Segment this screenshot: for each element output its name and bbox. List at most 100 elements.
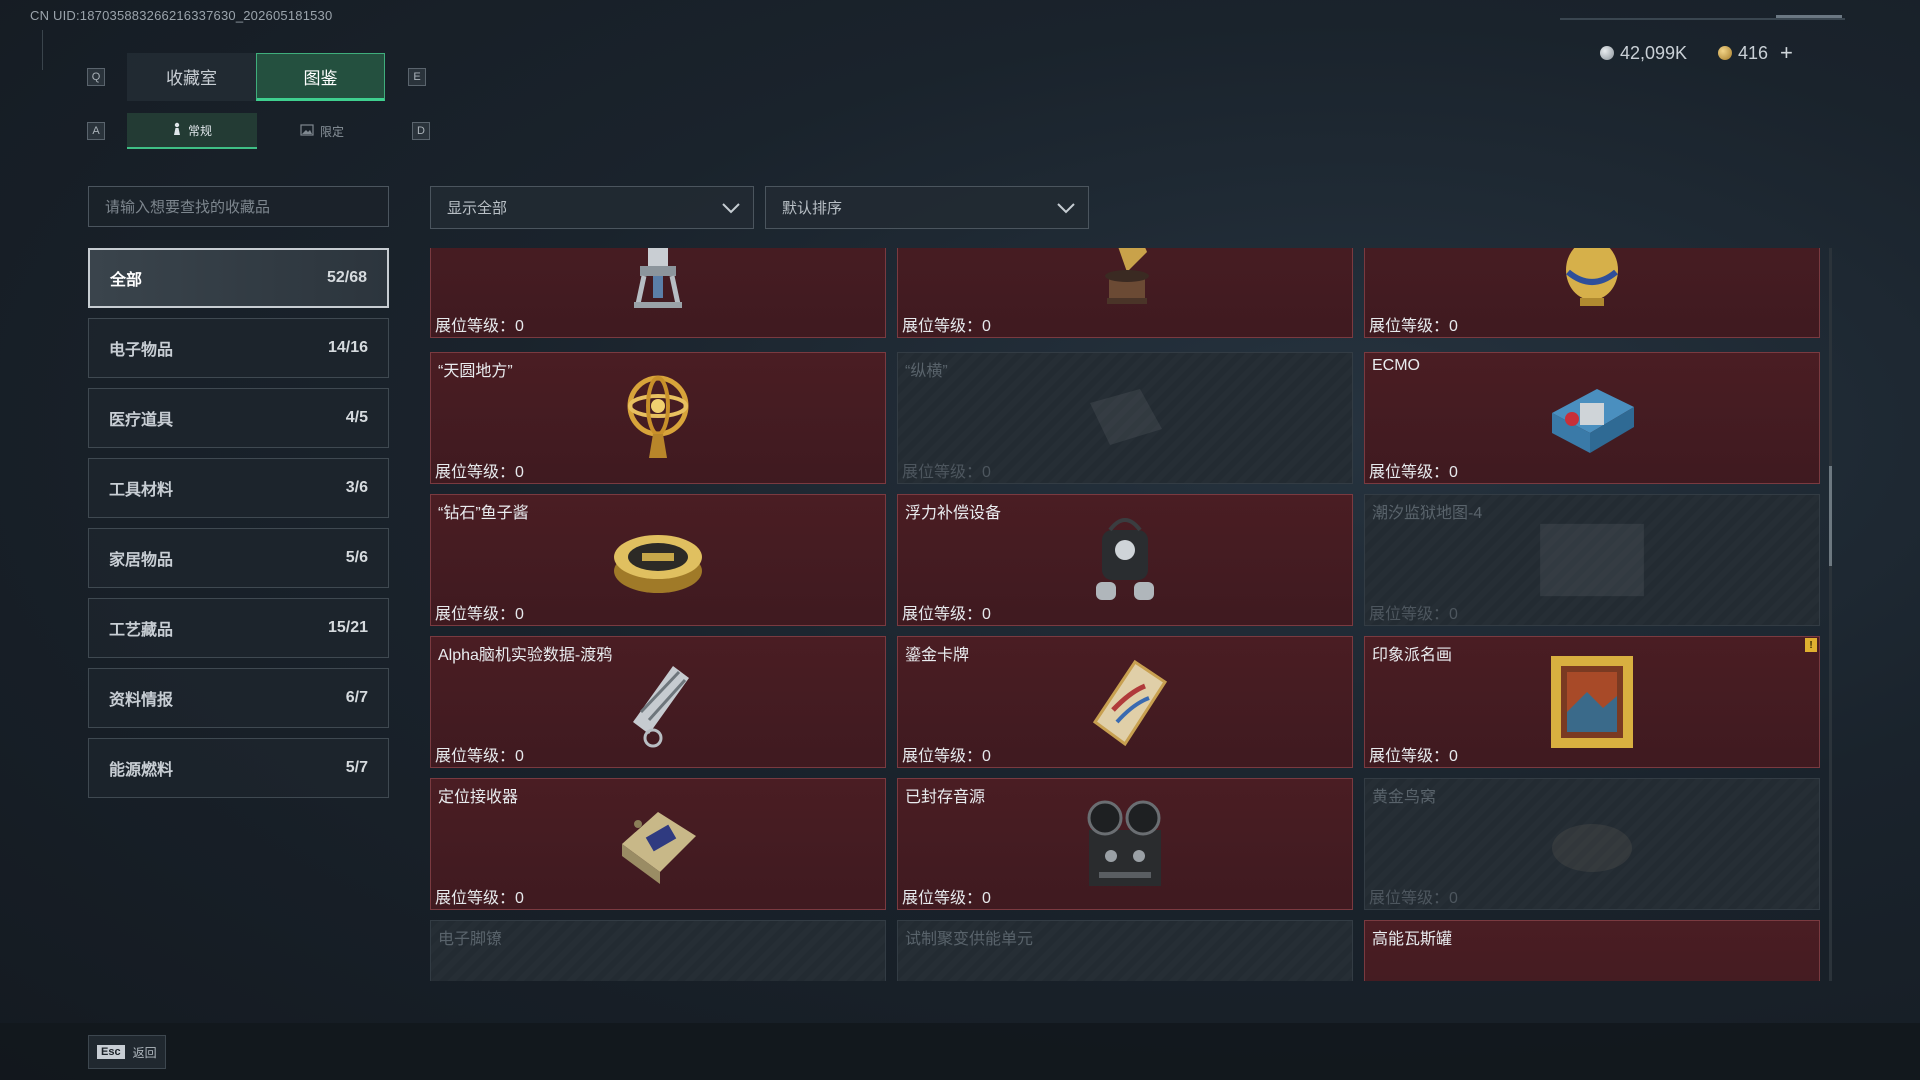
item-name: 已封存音源 [905, 789, 986, 806]
category-count: 6/7 [345, 689, 368, 706]
key-hint-q: Q [87, 68, 105, 86]
item-card[interactable]: ECMO 展位等级：0 [1364, 352, 1820, 484]
item-card[interactable]: 展位等级：0 [430, 248, 886, 338]
booth-level: 展位等级：0 [435, 890, 524, 907]
booth-level: 展位等级：0 [435, 606, 524, 623]
booth-level: 展位等级：0 [1369, 464, 1458, 481]
category-fuel[interactable]: 能源燃料 5/7 [88, 738, 389, 798]
item-name: 高能瓦斯罐 [1372, 931, 1453, 948]
item-card[interactable]: Alpha脑机实验数据-渡鸦 展位等级：0 [430, 636, 886, 768]
chevron-down-icon [1057, 203, 1075, 214]
show-filter-value: 显示全部 [447, 200, 508, 217]
item-card-locked[interactable]: 黄金鸟窝 展位等级：0 [1364, 778, 1820, 910]
category-count: 14/16 [327, 339, 368, 356]
category-medical[interactable]: 医疗道具 4/5 [88, 388, 389, 448]
item-card[interactable]: 已封存音源 展位等级：0 [897, 778, 1353, 910]
booth-level: 展位等级：0 [435, 748, 524, 765]
subtab-limited[interactable]: 限定 [257, 113, 387, 149]
image-icon [300, 123, 314, 139]
booth-level: 展位等级：0 [435, 464, 524, 481]
key-hint-a: A [87, 122, 105, 140]
category-all[interactable]: 全部 52/68 [88, 248, 389, 308]
currency-gold: 416 + [1718, 40, 1793, 66]
booth-level: 展位等级：0 [902, 748, 991, 765]
category-count: 5/7 [345, 759, 368, 776]
item-name: 电子脚镣 [438, 931, 503, 948]
top-divider-highlight [1776, 15, 1842, 18]
subtab-regular[interactable]: 常规 [127, 113, 257, 149]
category-count: 3/6 [345, 479, 368, 496]
receiver-icon [603, 794, 713, 894]
category-name: 全部 [110, 272, 143, 289]
category-intel[interactable]: 资料情报 6/7 [88, 668, 389, 728]
category-count: 52/68 [326, 269, 367, 286]
item-card-locked[interactable]: 试制聚变供能单元 [897, 920, 1353, 981]
add-currency-button[interactable]: + [1780, 40, 1793, 66]
category-tools[interactable]: 工具材料 3/6 [88, 458, 389, 518]
category-count: 5/6 [345, 549, 368, 566]
main-tabs: 收藏室 图鉴 [127, 53, 385, 101]
item-name: Alpha脑机实验数据-渡鸦 [438, 647, 613, 664]
esc-key-hint: Esc [97, 1045, 125, 1059]
category-count: 4/5 [345, 409, 368, 426]
item-name: 潮汐监狱地图-4 [1372, 505, 1483, 522]
item-name: 印象派名画 [1372, 647, 1453, 664]
ecmo-machine-icon [1537, 368, 1647, 468]
grid-scrollbar-thumb[interactable] [1829, 466, 1832, 566]
gilded-card-icon [1070, 652, 1180, 752]
sort-dropdown[interactable]: 默认排序 [765, 186, 1089, 229]
category-name: 电子物品 [109, 342, 174, 359]
category-count: 15/21 [327, 619, 368, 636]
silver-coin-icon [1600, 46, 1614, 60]
category-name: 医疗道具 [109, 412, 174, 429]
subtab-regular-label: 常规 [187, 123, 212, 138]
tab-collection-room[interactable]: 收藏室 [127, 53, 256, 101]
data-cylinder-icon [603, 652, 713, 752]
currency-silver-value: 42,099K [1620, 42, 1688, 63]
map-icon [1537, 510, 1647, 610]
booth-level: 展位等级：0 [1369, 890, 1458, 907]
booth-level: 展位等级：0 [902, 318, 991, 335]
uid-text: CN UID:187035883266216337630_20260518153… [30, 8, 333, 23]
item-card[interactable]: 定位接收器 展位等级：0 [430, 778, 886, 910]
item-card[interactable]: ! 印象派名画 展位等级：0 [1364, 636, 1820, 768]
booth-level: 展位等级：0 [902, 890, 991, 907]
sort-value: 默认排序 [782, 200, 843, 217]
item-name: 试制聚变供能单元 [905, 931, 1034, 948]
item-name: “天圆地方” [438, 363, 513, 380]
item-card[interactable]: 鎏金卡牌 展位等级：0 [897, 636, 1353, 768]
item-card[interactable]: “天圆地方” 展位等级：0 [430, 352, 886, 484]
category-name: 能源燃料 [109, 762, 174, 779]
booth-level: 展位等级：0 [1369, 318, 1458, 335]
category-electronics[interactable]: 电子物品 14/16 [88, 318, 389, 378]
key-hint-d: D [412, 122, 430, 140]
golden-nest-icon [1537, 794, 1647, 894]
new-badge: ! [1805, 638, 1817, 652]
tab-catalog[interactable]: 图鉴 [256, 53, 385, 101]
item-card[interactable]: 展位等级：0 [897, 248, 1353, 338]
item-card[interactable]: 浮力补偿设备 展位等级：0 [897, 494, 1353, 626]
item-card-locked[interactable]: 潮汐监狱地图-4 展位等级：0 [1364, 494, 1820, 626]
fusion-unit-icon [1070, 951, 1180, 981]
chevron-down-icon [722, 203, 740, 214]
bottom-bar [0, 1023, 1920, 1080]
category-household[interactable]: 家居物品 5/6 [88, 528, 389, 588]
back-label: 返回 [132, 1045, 157, 1060]
grid-scrollbar-track[interactable] [1829, 248, 1832, 981]
show-filter-dropdown[interactable]: 显示全部 [430, 186, 754, 229]
gramophone-icon [1070, 248, 1180, 322]
item-name: 鎏金卡牌 [905, 647, 970, 664]
item-card[interactable]: “钻石”鱼子酱 展位等级：0 [430, 494, 886, 626]
item-card-locked[interactable]: “纵横” 展位等级：0 [897, 352, 1353, 484]
booth-level: 展位等级：0 [1369, 606, 1458, 623]
sub-tabs: 常规 限定 [127, 113, 387, 149]
category-crafts[interactable]: 工艺藏品 15/21 [88, 598, 389, 658]
back-button[interactable]: Esc 返回 [88, 1035, 166, 1069]
search-input[interactable]: 请输入想要查找的收藏品 [88, 186, 389, 227]
currency-gold-value: 416 [1738, 42, 1769, 63]
item-card-locked[interactable]: 电子脚镣 [430, 920, 886, 981]
booth-level: 展位等级：0 [1369, 748, 1458, 765]
caviar-tin-icon [603, 510, 713, 610]
item-card[interactable]: 展位等级：0 [1364, 248, 1820, 338]
item-card[interactable]: 高能瓦斯罐 [1364, 920, 1820, 981]
